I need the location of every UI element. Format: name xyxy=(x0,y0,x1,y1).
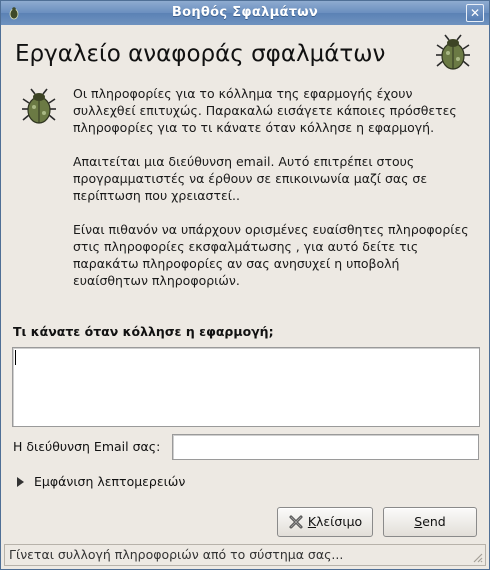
expander-arrow-icon xyxy=(17,476,24,487)
send-label: end xyxy=(422,514,446,529)
close-x-icon xyxy=(289,515,303,528)
status-bar: Γίνεται συλλογή πληροφοριών από το σύστη… xyxy=(4,544,486,566)
what-were-you-doing-label: Τι κάνατε όταν κόλλησε η εφαρμογή; xyxy=(13,324,274,339)
bug-buddy-window: Βοηθός Σφαλμάτων ✕ Εργαλείο αναφοράς σφα… xyxy=(0,0,490,570)
text-caret xyxy=(15,350,16,365)
info-paragraph-success: Οι πληροφορίες για το κόλλημα της εφαρμο… xyxy=(73,86,457,135)
window-title: Βοηθός Σφαλμάτων xyxy=(171,5,319,20)
email-label: Η διεύθυνση Email σας: xyxy=(13,439,161,454)
close-icon: ✕ xyxy=(469,6,481,20)
close-button[interactable]: Κλείσιμο xyxy=(277,507,373,537)
page-title: Εργαλείο αναφοράς σφαλμάτων xyxy=(15,41,386,67)
bug-icon xyxy=(22,88,56,124)
info-paragraph-email: Απαιτείται μια διεύθυνση email. Αυτό επι… xyxy=(73,154,428,203)
window-close-button[interactable]: ✕ xyxy=(466,4,484,22)
close-mnemonic: Κ xyxy=(307,514,317,529)
title-bar[interactable]: Βοηθός Σφαλμάτων ✕ xyxy=(1,1,489,25)
bug-icon xyxy=(436,34,470,70)
what-were-you-doing-textarea[interactable] xyxy=(12,347,480,427)
email-field[interactable] xyxy=(172,434,479,460)
send-mnemonic: S xyxy=(414,514,423,529)
show-details-expander[interactable]: Εμφάνιση λεπτομερειών xyxy=(17,474,185,489)
close-label: λείσιμο xyxy=(316,514,363,529)
send-button[interactable]: Send xyxy=(383,507,477,537)
expander-label: Εμφάνιση λεπτομερειών xyxy=(34,474,186,489)
status-text: Γίνεται συλλογή πληροφοριών από το σύστη… xyxy=(9,547,344,562)
info-paragraph-sensitive: Είναι πιθανόν να υπάρχουν ορισμένες ευαί… xyxy=(73,222,469,288)
resize-grip-icon[interactable] xyxy=(471,551,483,563)
